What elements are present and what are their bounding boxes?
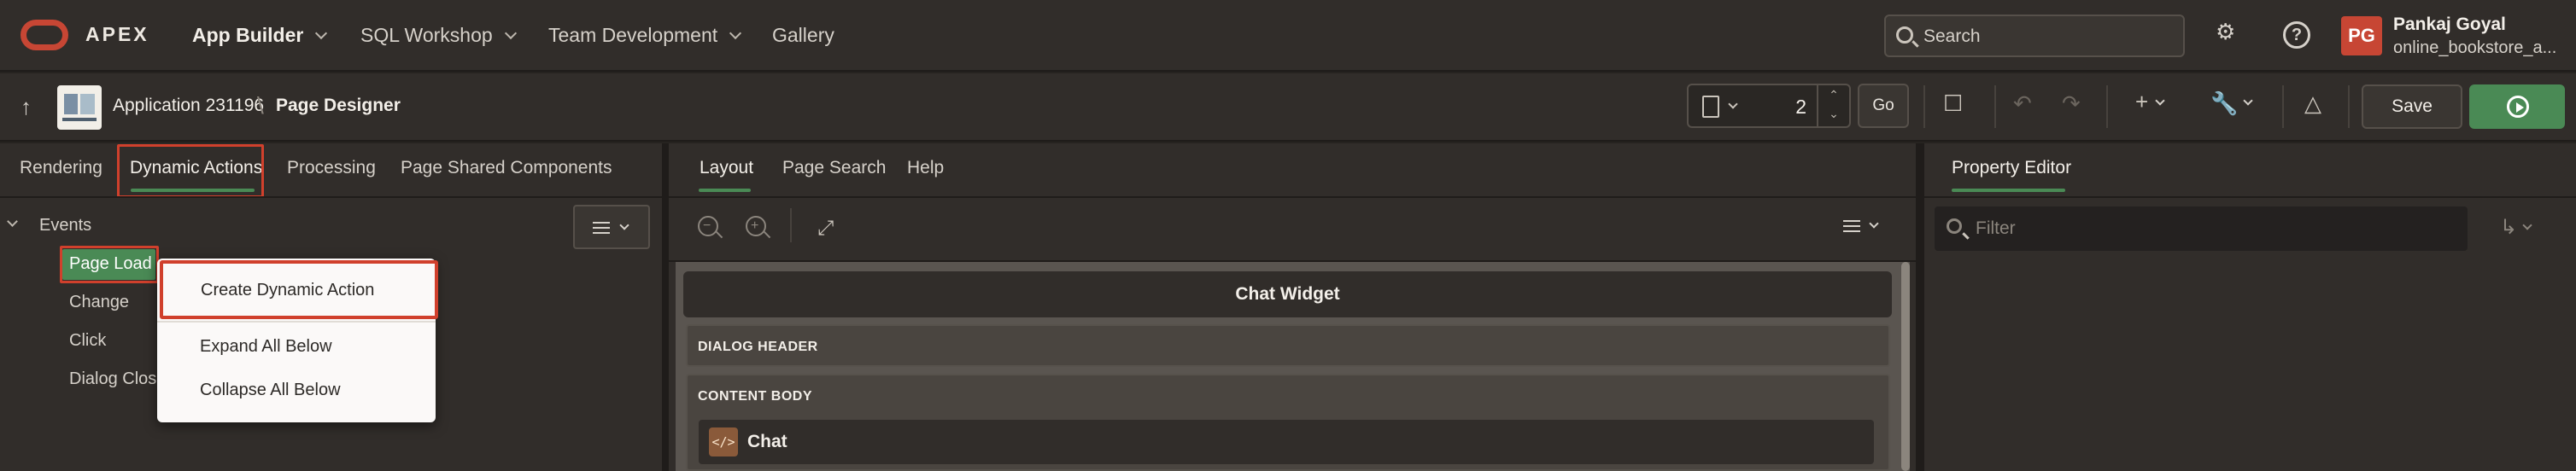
play-icon [2507,96,2529,118]
tab-rendering[interactable]: Rendering [20,158,102,178]
top-navigation-bar: APEX App Builder SQL Workshop Team Devel… [0,0,2576,72]
chevron-down-icon [2155,96,2165,106]
highlight-dynamic-actions-tab [117,144,264,198]
page-designer-toolbar: ↑ Application 231196 \ Page Designer 2 ⌃… [0,73,2576,142]
menu-item-collapse-all-below[interactable]: Collapse All Below [200,381,341,400]
undo-icon[interactable]: ↶ [2013,90,2032,117]
chevron-down-icon [2243,96,2254,106]
chevron-down-icon [504,26,517,40]
chevron-down-icon [315,26,328,40]
page-number-selector[interactable]: 2 ⌃ ⌄ [1687,84,1851,128]
search-icon [1896,26,1913,44]
highlight-create-dynamic-action [160,260,438,319]
panel-splitter-left[interactable] [662,143,669,471]
lock-page-icon[interactable]: ☐ [1943,90,1963,117]
chevron-down-icon [1728,99,1738,109]
user-avatar[interactable]: PG [2341,16,2382,55]
oracle-logo-icon[interactable] [20,20,68,50]
right-panel [1924,143,2576,471]
redo-icon[interactable]: ↷ [2062,90,2081,117]
tab-layout[interactable]: Layout [700,158,753,178]
page-title-chat-widget[interactable]: Chat Widget [683,271,1892,317]
region-dialog-header[interactable]: DIALOG HEADER [686,324,1890,367]
zoom-out-icon[interactable]: − [698,216,718,236]
menu-list-icon [593,222,610,234]
menu-list-icon [1843,220,1860,232]
menu-item-expand-all-below[interactable]: Expand All Below [200,337,332,357]
save-button[interactable]: Save [2362,84,2462,129]
region-chat[interactable]: </> Chat [699,420,1874,464]
chevron-down-icon [729,26,742,40]
active-tab-indicator [1952,189,2065,192]
tab-page-shared-components[interactable]: Page Shared Components [401,158,612,178]
application-icon[interactable] [57,85,102,130]
nav-team-development[interactable]: Team Development [548,24,742,47]
zoom-in-icon[interactable]: + [746,216,766,236]
nav-sql-workshop[interactable]: SQL Workshop [360,24,517,47]
breadcrumb-page-designer: Page Designer [276,96,401,115]
up-arrow-icon[interactable]: ↑ [20,94,32,120]
administration-wrench-user-icon[interactable]: ⚙ [2216,19,2235,45]
tab-processing[interactable]: Processing [287,158,376,178]
run-page-button[interactable] [2469,84,2565,129]
help-icon[interactable]: ? [2283,21,2310,49]
page-icon [1702,96,1719,118]
tab-help[interactable]: Help [907,158,944,178]
breadcrumb-separator: \ [257,92,264,119]
global-search-input[interactable]: Search [1884,15,2185,57]
code-icon: </> [709,427,738,456]
tree-item-page-load[interactable]: Page Load [69,254,152,274]
shared-components-icon[interactable]: △ [2304,90,2321,117]
go-button[interactable]: Go [1858,84,1909,128]
tab-page-search[interactable]: Page Search [782,158,886,178]
utilities-wrench-menu[interactable]: 🔧 [2210,90,2254,117]
tree-item-click[interactable]: Click [69,331,106,351]
property-filter-input[interactable]: Filter [1935,206,2468,251]
user-workspace[interactable]: online_bookstore_a... [2393,38,2556,58]
apex-brand[interactable]: APEX [85,23,149,46]
canvas-scrollbar[interactable] [1901,262,1910,471]
active-tab-indicator [699,189,751,192]
tab-property-editor[interactable]: Property Editor [1952,158,2071,178]
tree-events[interactable]: Events [39,216,91,236]
panel-splitter-right[interactable] [1916,143,1924,471]
search-icon [1947,218,1962,234]
page-number-input[interactable]: 2 [1795,96,1806,119]
go-to-group-icon[interactable]: ↳ [2500,215,2532,240]
add-create-menu[interactable]: + [2135,89,2165,115]
breadcrumb-application[interactable]: Application 231196 [113,96,264,116]
region-chat-label: Chat [747,432,787,451]
chevron-down-icon [619,220,629,230]
nav-gallery[interactable]: Gallery [772,24,834,47]
user-name[interactable]: Pankaj Goyal [2393,15,2506,35]
page-number-stepper[interactable]: ⌃ ⌄ [1817,85,1849,126]
expand-icon[interactable]: ⤢ [817,217,834,241]
tree-view-options-button[interactable] [573,205,650,249]
nav-app-builder[interactable]: App Builder [192,24,328,47]
tree-item-change[interactable]: Change [69,293,129,312]
